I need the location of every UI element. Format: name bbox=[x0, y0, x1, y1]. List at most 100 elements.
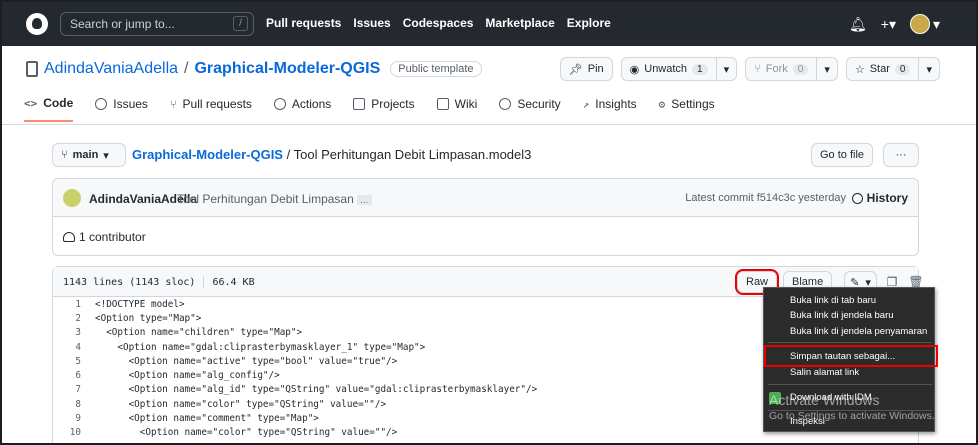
tab-pull-requests[interactable]: ⑂ Pull requests bbox=[170, 96, 252, 122]
tab-issues[interactable]: Issues bbox=[95, 96, 148, 122]
file-size: 66.4 KB bbox=[212, 277, 255, 288]
pin-button[interactable]: 📌︎ Pin bbox=[559, 57, 613, 81]
menu-item-copy-link-address[interactable]: Salin alamat link bbox=[790, 367, 859, 378]
code-line: 1 <!DOCTYPE model> bbox=[53, 297, 537, 311]
contributors-link[interactable]: 1 contributor bbox=[63, 230, 146, 244]
caret-down-icon: ▾ bbox=[926, 63, 932, 76]
tab-label: Insights bbox=[595, 97, 637, 111]
latest-commit-info[interactable]: Latest commit f514c3c yesterday bbox=[685, 192, 846, 204]
menu-item-open-new-window[interactable]: Buka link di jendela baru bbox=[790, 310, 894, 321]
nav-marketplace[interactable]: Marketplace bbox=[485, 16, 554, 30]
menu-divider bbox=[768, 342, 932, 343]
expand-message-button[interactable]: … bbox=[356, 195, 372, 205]
nav-issues[interactable]: Issues bbox=[353, 16, 390, 30]
line-number[interactable]: 1 bbox=[53, 299, 81, 310]
pin-label: Pin bbox=[587, 63, 604, 75]
line-content: <Option name="active" type="bool" value=… bbox=[95, 355, 398, 367]
code-line: 8 <Option name="color" type="QString" va… bbox=[53, 397, 537, 411]
people-icon bbox=[63, 232, 75, 242]
unwatch-button[interactable]: ◉ Unwatch 1 bbox=[620, 57, 717, 81]
star-label: Star bbox=[869, 63, 890, 75]
code-listing: 1 <!DOCTYPE model> 2 <Option type="Map"> 3 <… bbox=[53, 297, 537, 440]
tab-projects[interactable]: Projects bbox=[353, 96, 415, 122]
commit-message[interactable]: Tool Perhitungan Debit Limpasan… bbox=[177, 192, 372, 206]
menu-item-open-incognito[interactable]: Buka link di jendela penyamaran bbox=[790, 326, 927, 337]
line-number[interactable]: 7 bbox=[53, 384, 81, 395]
tab-label: Code bbox=[43, 96, 74, 110]
code-line: 2 <Option type="Map"> bbox=[53, 311, 537, 325]
line-number[interactable]: 10 bbox=[53, 427, 81, 438]
activation-watermark-title: Activate Windows bbox=[769, 392, 880, 408]
code-line: 5 <Option name="active" type="bool" valu… bbox=[53, 354, 537, 368]
more-options-button[interactable]: ··· bbox=[883, 143, 919, 167]
tab-code[interactable]: <> Code bbox=[24, 96, 74, 122]
repo-owner-link[interactable]: AdindaVaniaAdella bbox=[44, 60, 178, 78]
repo-actions: 📌︎ Pin ◉ Unwatch 1 ▾ ⑂ Fork 0 ▾ ☆ Star 0 bbox=[559, 57, 940, 81]
repo-name-link[interactable]: Graphical-Modeler-QGIS bbox=[194, 60, 380, 78]
line-content: <Option name="children" type="Map"> bbox=[95, 327, 303, 339]
unwatch-group: ◉ Unwatch 1 ▾ bbox=[620, 57, 738, 81]
tab-security[interactable]: Security bbox=[499, 96, 561, 122]
tab-label: Security bbox=[517, 97, 561, 111]
tab-label: Actions bbox=[291, 97, 332, 111]
tab-actions[interactable]: Actions bbox=[273, 96, 332, 122]
shield-icon bbox=[499, 98, 512, 110]
repo-title: AdindaVaniaAdella / Graphical-Modeler-QG… bbox=[26, 60, 482, 78]
activation-watermark-text: Go to Settings to activate Windows. bbox=[769, 410, 935, 422]
tab-settings[interactable]: ⚙ Settings bbox=[659, 96, 715, 122]
branch-select-button[interactable]: ⑂ main ▾ bbox=[52, 143, 126, 167]
line-number[interactable]: 3 bbox=[53, 327, 81, 338]
line-content: <Option name="alg_id" type="QString" val… bbox=[95, 384, 538, 396]
code-line: 6 <Option name="alg_config"/> bbox=[53, 368, 537, 382]
line-number[interactable]: 5 bbox=[53, 356, 81, 367]
tab-label: Issues bbox=[113, 97, 148, 111]
fork-dropdown-button[interactable]: ▾ bbox=[817, 57, 838, 81]
gear-icon: ⚙ bbox=[658, 97, 666, 111]
line-number[interactable]: 4 bbox=[53, 342, 81, 353]
go-to-file-button[interactable]: Go to file bbox=[811, 143, 874, 167]
line-number[interactable]: 2 bbox=[53, 313, 81, 324]
kebab-icon: ··· bbox=[895, 149, 907, 161]
fork-group: ⑂ Fork 0 ▾ bbox=[745, 57, 838, 81]
line-number[interactable]: 9 bbox=[53, 413, 81, 424]
menu-item-open-new-tab[interactable]: Buka link di tab baru bbox=[790, 295, 876, 306]
star-dropdown-button[interactable]: ▾ bbox=[919, 57, 940, 81]
fork-label: Fork bbox=[765, 63, 788, 75]
menu-item-save-link-as[interactable]: Simpan tautan sebagai... bbox=[790, 351, 895, 362]
search-placeholder: Search or jump to... bbox=[70, 17, 175, 31]
line-count: 1143 lines (1143 sloc) bbox=[63, 277, 196, 288]
tab-label: Wiki bbox=[454, 97, 478, 111]
contributors-label: 1 contributor bbox=[79, 230, 146, 244]
tab-wiki[interactable]: Wiki bbox=[436, 96, 478, 122]
create-new-button[interactable]: +▾ bbox=[881, 16, 896, 33]
unwatch-dropdown-button[interactable]: ▾ bbox=[716, 57, 738, 81]
code-line: 4 <Option name="gdal:cliprasterbymasklay… bbox=[53, 340, 537, 354]
watch-count: 1 bbox=[692, 63, 708, 75]
avatar[interactable] bbox=[63, 189, 81, 207]
star-button[interactable]: ☆ Star 0 bbox=[845, 57, 920, 81]
code-line: 7 <Option name="alg_id" type="QString" v… bbox=[53, 383, 537, 397]
line-number[interactable]: 8 bbox=[53, 399, 81, 410]
bell-icon[interactable]: 🔔︎ bbox=[849, 16, 867, 33]
visibility-badge: Public template bbox=[390, 61, 482, 77]
nav-pull-requests[interactable]: Pull requests bbox=[266, 16, 341, 30]
latest-commit-box: AdindaVaniaAdella Tool Perhitungan Debit… bbox=[52, 178, 919, 256]
line-content: <Option name="comment" type="Map"> bbox=[95, 413, 319, 425]
user-menu[interactable]: ▾ bbox=[909, 14, 940, 34]
nav-codespaces[interactable]: Codespaces bbox=[403, 16, 474, 30]
tab-label: Pull requests bbox=[182, 97, 252, 111]
github-logo-icon[interactable] bbox=[26, 13, 48, 35]
fork-button[interactable]: ⑂ Fork 0 bbox=[745, 57, 818, 81]
eye-icon: ◉ bbox=[629, 63, 640, 76]
breadcrumb-file: Tool Perhitungan Debit Limpasan.model3 bbox=[293, 147, 532, 162]
line-number[interactable]: 6 bbox=[53, 370, 81, 381]
search-input[interactable]: Search or jump to... / bbox=[60, 12, 254, 36]
history-link[interactable]: History bbox=[851, 191, 908, 205]
breadcrumb-repo-link[interactable]: Graphical-Modeler-QGIS bbox=[132, 147, 283, 162]
history-label: History bbox=[866, 191, 908, 205]
fork-count: 0 bbox=[792, 63, 809, 75]
tab-insights[interactable]: ↗ Insights bbox=[583, 96, 637, 122]
code-line: 3 <Option name="children" type="Map"> bbox=[53, 326, 537, 340]
nav-explore[interactable]: Explore bbox=[567, 16, 611, 30]
branch-icon: ⑂ bbox=[61, 149, 68, 161]
